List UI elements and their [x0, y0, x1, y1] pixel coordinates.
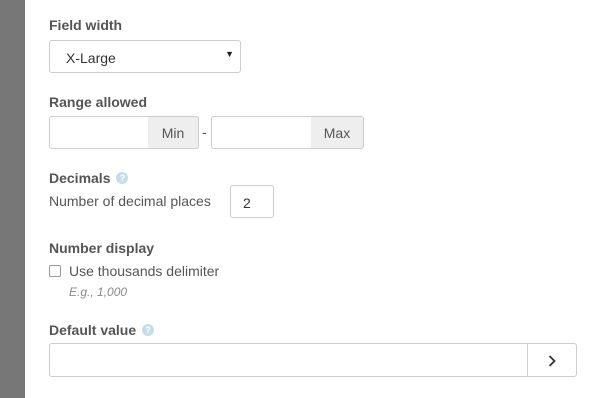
field-width-label: Field width	[49, 17, 123, 33]
range-min-input[interactable]	[49, 116, 149, 149]
range-max-input[interactable]	[211, 116, 312, 149]
chevron-right-icon	[548, 355, 556, 367]
field-width-selected: X-Large	[66, 50, 116, 66]
default-value-input[interactable]	[49, 343, 528, 377]
decimal-places-label: Number of decimal places	[49, 193, 211, 209]
default-value-button[interactable]	[527, 343, 577, 377]
question-circle-icon[interactable]: ?	[142, 324, 155, 337]
range-min-addon: Min	[148, 116, 199, 149]
overlay-backdrop	[0, 0, 25, 398]
range-allowed-label: Range allowed	[49, 94, 148, 110]
decimals-label: Decimals?	[49, 170, 129, 186]
number-display-label: Number display	[49, 240, 155, 256]
question-circle-icon[interactable]: ?	[116, 172, 129, 185]
range-max-addon: Max	[311, 116, 364, 149]
decimal-places-input[interactable]: 2	[230, 185, 274, 218]
default-value-label: Default value?	[49, 322, 155, 338]
thousands-delimiter-checkbox[interactable]	[49, 265, 61, 277]
field-settings-panel: Field width X-Large ▼ Range allowed Min …	[25, 0, 594, 398]
dropdown-caret-icon: ▼	[225, 49, 234, 59]
range-separator: -	[202, 124, 207, 140]
thousands-delimiter-hint: E.g., 1,000	[69, 285, 128, 299]
field-width-select[interactable]: X-Large ▼	[49, 40, 241, 73]
thousands-delimiter-label[interactable]: Use thousands delimiter	[69, 263, 219, 279]
